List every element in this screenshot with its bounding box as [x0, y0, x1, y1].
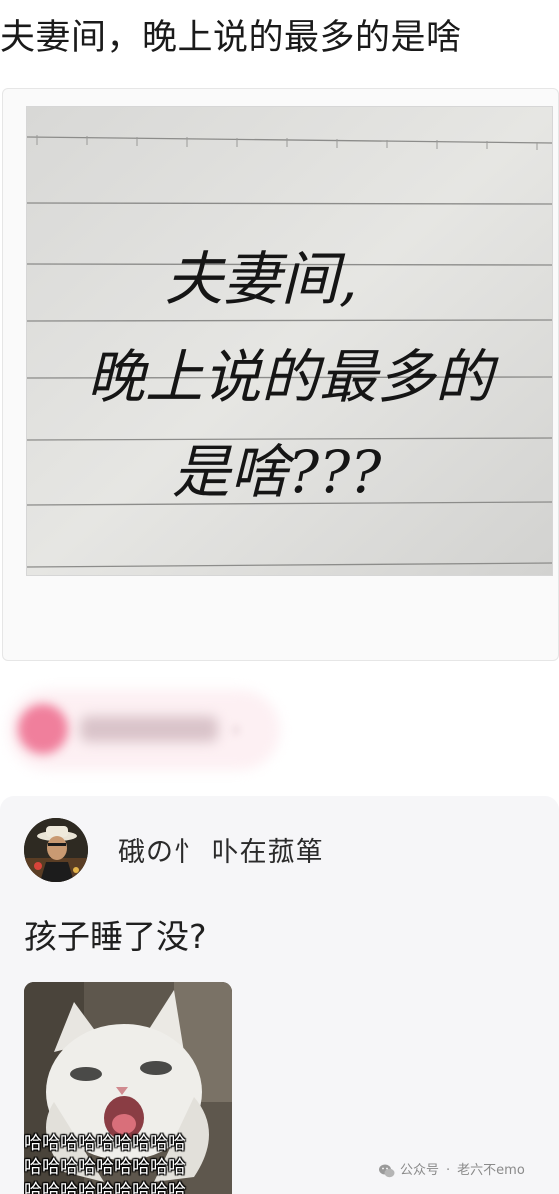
- note-line-2: 晚上说的最多的: [87, 343, 499, 411]
- cat-caption-line-1: 哈哈哈哈哈哈哈哈哈: [24, 1133, 186, 1154]
- handwritten-note-image[interactable]: 夫妻间, 晚上说的最多的 是啥???: [26, 106, 553, 576]
- user-avatar-image: [24, 818, 88, 882]
- source-watermark: 公众号 · 老六不emo: [378, 1160, 525, 1182]
- cat-caption-line-3: 哈哈哈哈哈哈哈哈哈: [24, 1181, 186, 1194]
- wechat-logo-icon: [379, 1164, 395, 1178]
- cat-meme-image[interactable]: 哈哈哈哈哈哈哈哈哈 哈哈哈哈哈哈哈哈哈 哈哈哈哈哈哈哈哈哈: [24, 982, 232, 1194]
- watermark-source: 公众号: [400, 1163, 440, 1178]
- note-line-3: 是啥???: [172, 438, 382, 506]
- page: 夫妻间，晚上说的最多的是啥 夫妻间, 晚上说的最多的 是啥??? › 硪の忄 卟…: [0, 0, 559, 1194]
- watermark-separator: ·: [446, 1163, 451, 1178]
- post-title: 夫妻间，晚上说的最多的是啥: [0, 18, 462, 58]
- cat-caption-line-2: 哈哈哈哈哈哈哈哈哈: [24, 1157, 186, 1178]
- blurred-author-name: [80, 716, 218, 742]
- user-avatar[interactable]: [24, 818, 88, 882]
- blurred-chevron-icon: ›: [232, 717, 240, 741]
- note-line-1: 夫妻间,: [165, 245, 357, 313]
- username[interactable]: 硪の忄 卟在菰箪: [118, 834, 324, 872]
- lined-paper-handwriting-image: 夫妻间, 晚上说的最多的 是啥???: [27, 107, 552, 575]
- watermark-account: 老六不emo: [457, 1163, 525, 1178]
- comment-text: 孩子睡了没?: [24, 917, 207, 956]
- blurred-avatar: [18, 704, 68, 754]
